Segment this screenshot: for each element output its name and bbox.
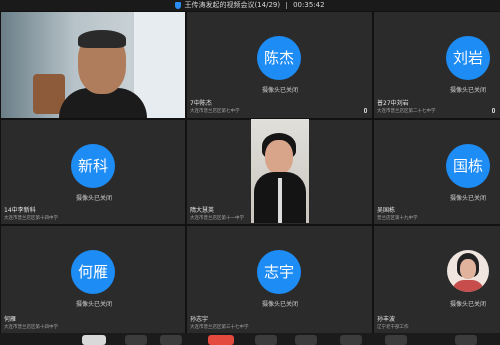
person-body xyxy=(254,172,306,223)
record-icon[interactable] xyxy=(340,335,362,345)
participant-school: 大连市普兰店区第三十七中学 xyxy=(190,325,249,330)
avatar: 国栋 xyxy=(446,144,490,188)
participant-name: 孙丰波 xyxy=(377,316,396,323)
meeting-title: 王传涛发起的视频会议(14/29) xyxy=(184,1,281,9)
photo-shoulders xyxy=(452,280,484,292)
video-tile-host[interactable] xyxy=(1,12,185,118)
avatar: 志宇 xyxy=(257,250,301,294)
participant-school: 大连市普兰店区第十一中学 xyxy=(190,216,244,221)
participant-school: 大连市普兰店区第十四中学 xyxy=(4,325,58,330)
chat-icon[interactable] xyxy=(295,335,317,345)
participant-school: 大连市普兰店区第二十七中学 xyxy=(377,109,436,114)
participant-school: 普兰店区第十九中学 xyxy=(377,216,418,221)
meeting-timer: 00:35:42 xyxy=(293,1,325,9)
video-tile-heyan[interactable]: 何雁 摄像头已关闭 何雁 大连市普兰店区第十四中学 xyxy=(1,226,185,333)
camera-off-label: 摄像头已关闭 xyxy=(450,301,487,308)
video-tile-sunzhiyu[interactable]: 志宇 摄像头已关闭 孙志宇 大连市普兰店区第三十七中学 xyxy=(187,226,372,333)
members-icon[interactable] xyxy=(255,335,277,345)
mic-muted-icon xyxy=(364,108,367,113)
end-call-icon[interactable] xyxy=(208,335,234,345)
more-icon[interactable] xyxy=(455,335,477,345)
camera-off-label: 摄像头已关闭 xyxy=(262,87,299,94)
profile-photo xyxy=(447,250,489,292)
settings-icon[interactable] xyxy=(385,335,407,345)
window-title-bar: 王传涛发起的视频会议(14/29) 00:35:42 xyxy=(0,0,500,11)
camera-off-label: 摄像头已关闭 xyxy=(450,195,487,202)
title-divider xyxy=(286,2,288,9)
camera-off-label: 摄像头已关闭 xyxy=(76,301,113,308)
avatar: 陈杰 xyxy=(257,36,301,80)
participant-school: 大连市普兰店区第十四中学 xyxy=(4,216,58,221)
meeting-toolbar xyxy=(0,333,500,345)
camera-off-label: 摄像头已关闭 xyxy=(76,195,113,202)
participant-school: 大连市普兰店区第七中学 xyxy=(190,109,240,114)
participant-name: 隋大慧英 xyxy=(190,207,215,214)
camera-icon[interactable] xyxy=(125,335,147,345)
video-tile-lixinke[interactable]: 新科 摄像头已关闭 14中李新科 大连市普兰店区第十四中学 xyxy=(1,120,185,224)
person-hair xyxy=(78,30,126,48)
shield-icon xyxy=(175,2,182,9)
video-tile-liuyan[interactable]: 刘岩 摄像头已关闭 普27中刘岩 大连市普兰店区第二十七中学 xyxy=(374,12,500,118)
share-icon[interactable] xyxy=(160,335,182,345)
video-tile-chenjie[interactable]: 陈杰 摄像头已关闭 7中陈杰 大连市普兰店区第七中学 xyxy=(187,12,372,118)
video-tile-wuguodong[interactable]: 国栋 摄像头已关闭 吴国栋 普兰店区第十九中学 xyxy=(374,120,500,224)
participant-name: 普27中刘岩 xyxy=(377,100,409,107)
person-head xyxy=(265,140,293,174)
avatar: 刘岩 xyxy=(446,36,490,80)
mic-muted-icon xyxy=(492,108,495,113)
participant-name: 孙志宇 xyxy=(190,316,209,323)
photo-face xyxy=(460,259,476,279)
participant-name: 14中李新科 xyxy=(4,207,36,214)
camera-off-label: 摄像头已关闭 xyxy=(450,87,487,94)
jacket-stripe xyxy=(278,178,282,223)
participant-name: 吴国栋 xyxy=(377,207,396,214)
avatar: 何雁 xyxy=(71,250,115,294)
video-grid: 陈杰 摄像头已关闭 7中陈杰 大连市普兰店区第七中学 刘岩 摄像头已关闭 普27… xyxy=(0,11,500,333)
mic-icon[interactable] xyxy=(82,335,106,345)
participant-school: 辽宁老干部工作 xyxy=(377,325,409,330)
participant-name: 7中陈杰 xyxy=(190,100,212,107)
avatar: 新科 xyxy=(71,144,115,188)
participant-name: 何雁 xyxy=(4,316,17,323)
camera-off-label: 摄像头已关闭 xyxy=(262,301,299,308)
